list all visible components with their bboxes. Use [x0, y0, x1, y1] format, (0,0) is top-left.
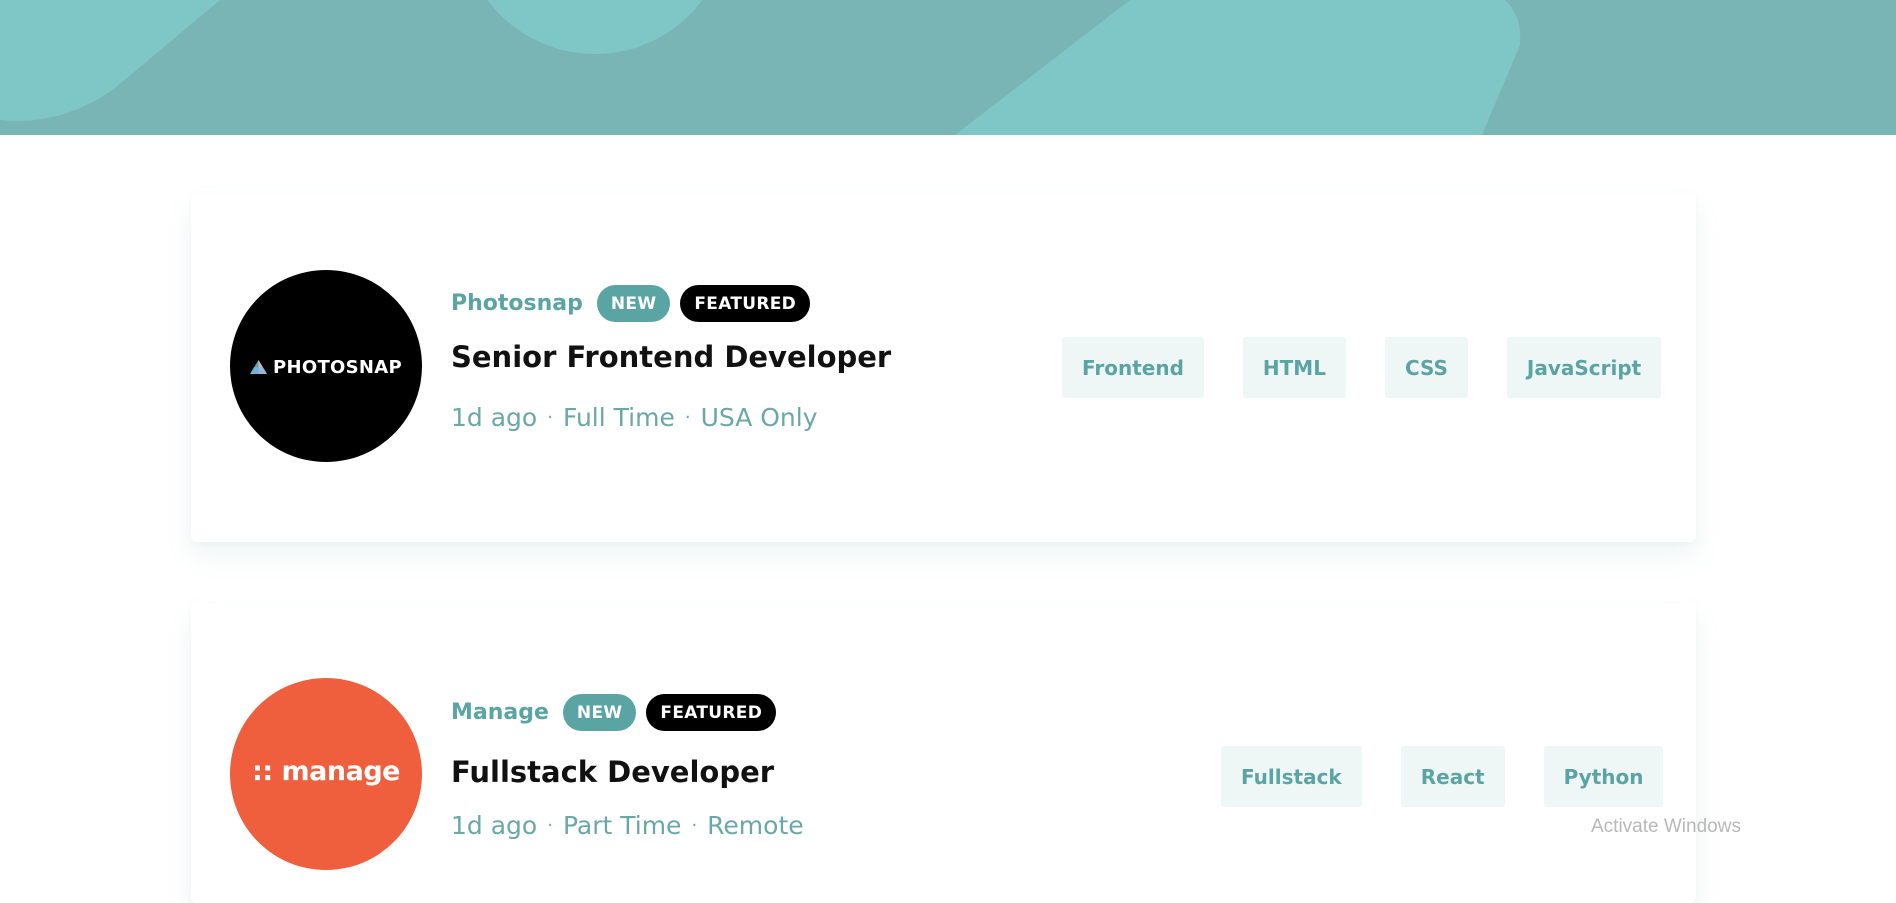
filter-tag[interactable]: Python [1543, 746, 1664, 807]
contract-type: Full Time [562, 403, 675, 432]
meta-separator: · [547, 815, 553, 836]
filter-tag[interactable]: Frontend [1062, 337, 1204, 398]
location: USA Only [700, 403, 818, 432]
filter-tag[interactable]: HTML [1242, 337, 1346, 398]
job-card[interactable]: :: manage Manage NEW FEATURED Fullstack … [191, 603, 1696, 903]
job-card[interactable]: PHOTOSNAP Photosnap NEW FEATURED Senior … [191, 193, 1696, 542]
tag-list: Fullstack React Python [1221, 746, 1664, 807]
job-title[interactable]: Senior Frontend Developer [451, 340, 891, 374]
featured-badge: FEATURED [680, 285, 811, 322]
posted-at: 1d ago [451, 811, 538, 840]
company-logo-manage: :: manage [230, 678, 422, 870]
featured-badge: FEATURED [646, 694, 777, 731]
location: Remote [707, 811, 804, 840]
filter-tag[interactable]: JavaScript [1506, 337, 1662, 398]
company-row: Photosnap NEW FEATURED [451, 285, 811, 322]
meta-separator: · [684, 407, 691, 428]
meta-separator: · [691, 815, 698, 836]
contract-type: Part Time [562, 811, 682, 840]
logo-text: :: manage [252, 755, 400, 787]
new-badge: NEW [596, 285, 671, 322]
posted-at: 1d ago [451, 403, 538, 432]
filter-tag[interactable]: CSS [1384, 337, 1468, 398]
job-meta: 1d ago · Full Time · USA Only [451, 403, 818, 432]
job-title[interactable]: Fullstack Developer [451, 755, 774, 789]
header-pattern [0, 0, 1896, 135]
company-row: Manage NEW FEATURED [451, 694, 777, 731]
activate-windows-watermark: Activate Windows [1591, 816, 1741, 837]
company-name[interactable]: Photosnap [451, 291, 583, 316]
logo-text: PHOTOSNAP [273, 356, 402, 378]
tag-list: Frontend HTML CSS JavaScript [1062, 337, 1662, 398]
filter-tag[interactable]: React [1400, 746, 1505, 807]
new-badge: NEW [562, 694, 637, 731]
meta-separator: · [547, 407, 553, 428]
header-banner [0, 0, 1896, 135]
company-name[interactable]: Manage [451, 700, 549, 725]
company-logo-photosnap: PHOTOSNAP [230, 270, 422, 462]
job-meta: 1d ago · Part Time · Remote [451, 811, 804, 840]
photosnap-triangle-icon [250, 360, 267, 374]
filter-tag[interactable]: Fullstack [1221, 746, 1362, 807]
